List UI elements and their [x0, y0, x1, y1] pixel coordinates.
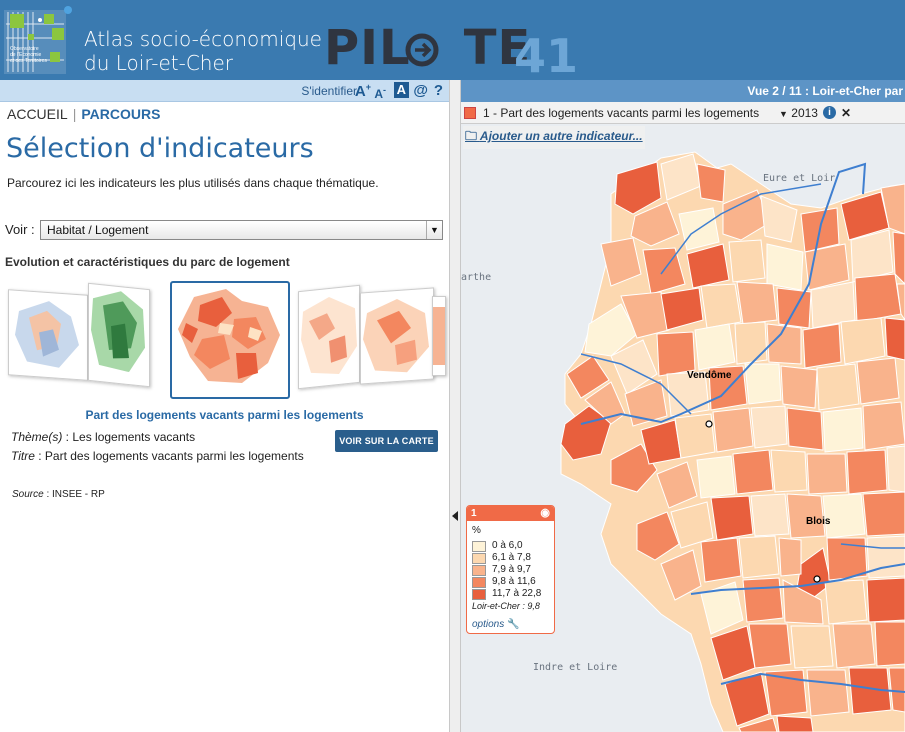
help-button[interactable]: ?	[434, 82, 443, 99]
font-smaller-button[interactable]: A-	[374, 85, 386, 101]
legend-swatch	[472, 541, 486, 552]
legend-options-label: options	[472, 619, 505, 630]
add-indicator-label: Ajouter un autre indicateur...	[479, 129, 643, 143]
folder-icon: 🗀	[465, 129, 478, 143]
eye-icon[interactable]: ◉	[540, 506, 550, 521]
login-link[interactable]: S'identifier	[301, 84, 357, 98]
info-icon[interactable]: i	[823, 106, 836, 119]
carousel-thumb[interactable]	[298, 284, 360, 390]
page-title: Sélection d'indicateurs	[6, 133, 314, 164]
indicator-name: Part des logements vacants parmi les log…	[85, 408, 364, 422]
map-legend: 1 ◉ % 0 à 6,0 6,1 à 7,8 7,9 à 9,7 9,8 à …	[466, 505, 555, 634]
theme-value: : Les logements vacants	[62, 430, 196, 444]
theme-label: Thème(s)	[11, 430, 63, 444]
legend-swatch	[472, 553, 486, 564]
intro-text: Parcourez ici les indicateurs les plus u…	[7, 176, 379, 190]
indicator-source: Source : INSEE - RP	[12, 489, 105, 500]
year-select[interactable]: ▼ 2013	[779, 102, 818, 125]
svg-text:et des Territoires: et des Territoires	[10, 58, 47, 64]
chevron-down-icon: ▼	[426, 221, 442, 239]
legend-class-label: 7,9 à 9,7	[492, 564, 531, 575]
theme-select-value: Habitat / Logement	[47, 223, 149, 237]
map-thumbnail-icon	[91, 291, 145, 373]
city-label-vendome: Vendôme	[687, 370, 732, 381]
carousel-thumb[interactable]	[432, 296, 446, 376]
legend-class-label: 6,1 à 7,8	[492, 552, 531, 563]
breadcrumb-current[interactable]: PARCOURS	[81, 106, 160, 122]
city-label-blois: Blois	[806, 516, 831, 527]
indicator-theme: Thème(s) : Les logements vacants	[11, 430, 195, 444]
legend-unit: %	[472, 525, 481, 536]
legend-swatch	[472, 577, 486, 588]
layer-bar: 1 - Part des logements vacants parmi les…	[461, 102, 905, 124]
carousel-thumb[interactable]	[88, 282, 150, 388]
titre-value: : Part des logements vacants parmi les l…	[34, 449, 304, 463]
wrench-icon: 🔧	[507, 619, 520, 630]
contrast-button[interactable]: A	[393, 82, 409, 98]
year-value: 2013	[791, 106, 818, 120]
breadcrumb-separator: |	[72, 106, 77, 122]
legend-header: 1 ◉	[467, 506, 554, 521]
breadcrumb: ACCUEIL | PARCOURS	[7, 106, 160, 122]
carousel-thumb[interactable]	[8, 289, 88, 381]
pilote-logo-number: 41	[514, 29, 579, 83]
voir-sur-la-carte-button[interactable]: VOIR SUR LA CARTE	[335, 430, 438, 452]
section-title: Evolution et caractéristiques du parc de…	[5, 255, 290, 269]
atlas-title: Atlas socio-économique du Loir-et-Cher	[84, 27, 322, 75]
view-bar: Vue 2 / 11 : Loir-et-Cher par	[461, 80, 905, 102]
carousel-thumb[interactable]	[360, 287, 434, 385]
indicator-title: Titre : Part des logements vacants parmi…	[11, 449, 304, 463]
legend-swatch	[472, 565, 486, 576]
carousel-thumb-selected[interactable]	[170, 281, 290, 399]
add-indicator-link[interactable]: 🗀 Ajouter un autre indicateur...	[463, 126, 645, 149]
layer-color-swatch	[464, 107, 476, 119]
legend-reference: Loir-et-Cher : 9,8	[472, 601, 540, 611]
map-thumbnail-icon	[178, 289, 280, 383]
titre-label: Titre	[11, 449, 35, 463]
contact-button[interactable]: @	[413, 82, 428, 99]
map-thumbnail-icon	[15, 301, 79, 368]
legend-class-label: 0 à 6,0	[492, 540, 523, 551]
source-value: : INSEE - RP	[43, 489, 105, 500]
panel-splitter[interactable]	[449, 80, 461, 732]
legend-number: 1	[471, 508, 477, 519]
legend-options-link[interactable]: options 🔧	[472, 619, 519, 630]
theme-select[interactable]: Habitat / Logement ▼	[40, 220, 443, 240]
region-label-indre-et-loire: Indre et Loire	[533, 662, 618, 673]
region-label-eure-et-loir: Eure et Loir	[763, 173, 836, 184]
region-label-sarthe: arthe	[461, 272, 492, 283]
map-panel: Vue 2 / 11 : Loir-et-Cher par 1 - Part d…	[461, 80, 905, 732]
map-thumbnail-icon	[301, 297, 357, 374]
breadcrumb-home-link[interactable]: ACCUEIL	[7, 106, 68, 122]
legend-class-label: 11,7 à 22,8	[492, 588, 542, 599]
chevron-down-icon: ▼	[779, 109, 788, 119]
map-thumbnail-icon	[363, 298, 429, 373]
pilote-arrow-o-icon	[405, 33, 439, 67]
left-panel: S'identifier A+ A- A @ ? ACCUEIL | PARCOUR…	[0, 80, 449, 732]
close-icon[interactable]: ✕	[841, 102, 851, 124]
top-toolbar: S'identifier A+ A- A @ ?	[0, 80, 449, 102]
map-thumbnail-icon	[433, 307, 445, 365]
observatoire-logo: Observatoire de l'Economie et des Territ…	[4, 6, 72, 74]
choropleth-map[interactable]	[461, 124, 905, 732]
atlas-title-line1: Atlas socio-économique	[84, 27, 322, 51]
layer-label: 1 - Part des logements vacants parmi les…	[483, 106, 760, 120]
legend-swatch	[472, 589, 486, 600]
atlas-title-line2: du Loir-et-Cher	[84, 51, 234, 75]
indicator-carousel	[8, 280, 446, 400]
font-larger-button[interactable]: A+	[355, 82, 371, 100]
voir-label: Voir :	[5, 222, 35, 237]
app-header: Observatoire de l'Economie et des Territ…	[0, 0, 905, 83]
collapse-left-icon[interactable]	[452, 511, 458, 521]
legend-class-label: 9,8 à 11,6	[492, 576, 536, 587]
source-label: Source	[12, 489, 44, 500]
